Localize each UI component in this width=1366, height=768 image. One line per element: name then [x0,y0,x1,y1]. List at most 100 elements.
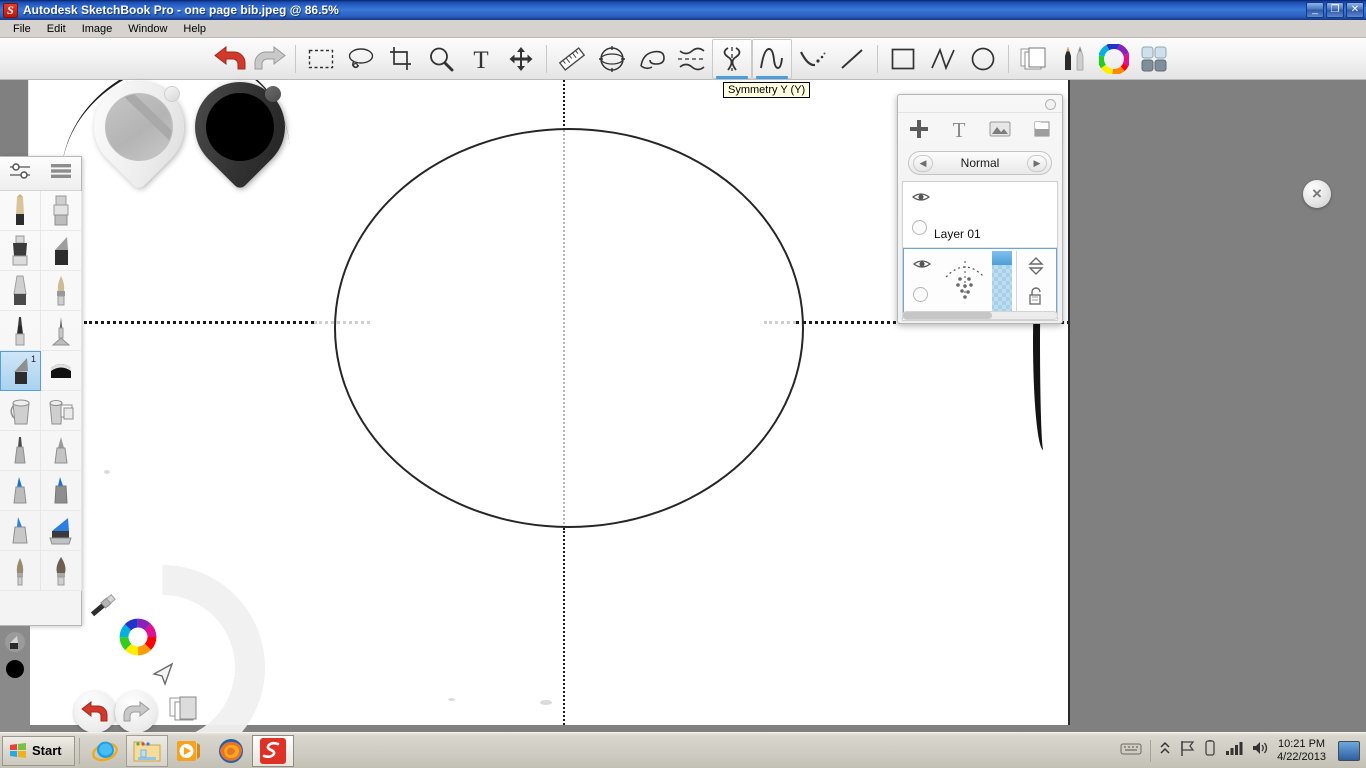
symmetry-y-tool[interactable] [712,38,752,79]
paint-bucket-tool[interactable] [0,391,41,431]
polyline-tool[interactable] [923,39,963,79]
fan-brush[interactable] [41,311,82,351]
brush-preview-icon[interactable] [2,630,28,654]
clock[interactable]: 10:21 PM 4/22/2013 [1277,738,1326,764]
tool-tray-toggle[interactable] [1134,39,1174,79]
reorder-layer-button[interactable] [1017,251,1054,281]
layer-opacity-slider[interactable] [992,251,1012,311]
stroke-fade-tool[interactable] [792,39,832,79]
layer-select-radio[interactable] [913,287,928,302]
brush-puck-slash [108,94,172,158]
brush-size-puck[interactable] [75,63,203,191]
rectangle-shape-tool[interactable] [883,39,923,79]
blue-highlighter-brush[interactable] [0,511,41,551]
color-wheel-toggle[interactable] [1094,39,1134,79]
blue-marker-brush[interactable] [0,471,41,511]
minimize-button[interactable]: _ [1306,2,1324,18]
layer-row-background[interactable] [903,248,1057,314]
crop-tool[interactable] [381,39,421,79]
firefox-taskbar-icon[interactable] [210,735,252,767]
layer-select-radio[interactable] [912,220,927,235]
soft-pencil-brush[interactable] [0,271,41,311]
layer-row-layer01[interactable]: Layer 01 [903,182,1057,248]
brush-palette-toggle[interactable] [1054,39,1094,79]
redo-arrow-icon[interactable] [250,39,290,79]
blue-chisel-marker-brush[interactable] [41,471,82,511]
text-tool[interactable]: T [461,39,501,79]
network-signal-tray-icon[interactable] [1225,740,1243,761]
add-layer-button[interactable] [908,118,930,145]
brush-lagoon-icon[interactable] [82,587,122,627]
fill-layer-tool[interactable] [41,391,82,431]
start-button[interactable]: Start [2,735,75,766]
felt-marker-brush[interactable] [41,191,82,231]
color-puck-knob[interactable] [265,86,281,102]
sketchbook-taskbar-icon[interactable] [251,734,294,767]
ellipse-guide-tool[interactable] [592,39,632,79]
close-icon[interactable]: × [1303,180,1331,208]
undo-button[interactable] [74,691,116,733]
brush-puck-inner [105,93,173,161]
brush-library-icon[interactable] [49,161,73,186]
blend-mode-next-button[interactable]: ▶ [1027,154,1047,172]
cursor-lagoon-icon[interactable] [145,653,185,693]
close-button[interactable]: ✕ [1346,2,1364,18]
keyboard-tray-icon[interactable] [1120,739,1142,762]
layers-scrollbar[interactable] [902,311,1058,320]
airbrush-brush[interactable] [0,431,41,471]
blend-mode-selector[interactable]: ◀ Normal ▶ [908,151,1052,175]
system-tray: 10:21 PM 4/22/2013 [1114,736,1366,766]
unlock-layer-button[interactable] [1017,281,1054,311]
menu-window[interactable]: Window [120,22,175,36]
show-desktop-button[interactable] [1338,740,1360,761]
ellipse-shape-tool[interactable] [963,39,1003,79]
ballpoint-pen-brush[interactable] [0,311,41,351]
layer-visibility-icon[interactable] [912,257,932,269]
paintbrush-brush[interactable] [41,271,82,311]
menu-file[interactable]: File [5,22,39,36]
add-text-layer-button[interactable]: T [949,118,969,145]
flat-brush[interactable]: 1 [0,351,41,391]
file-explorer-taskbar-icon[interactable] [125,734,168,767]
line-tool[interactable] [832,39,872,79]
color-preview-swatch[interactable] [6,660,24,678]
rectangle-select-tool[interactable] [301,39,341,79]
layers-lagoon-icon[interactable] [165,690,205,730]
volume-tray-icon[interactable] [1251,740,1269,761]
import-image-button[interactable] [988,119,1012,144]
menu-help[interactable]: Help [175,22,214,36]
media-player-taskbar-icon[interactable] [168,735,210,767]
predictive-stroke-tool[interactable] [752,38,792,79]
pencil-brush[interactable] [0,191,41,231]
menu-image[interactable]: Image [74,22,121,36]
blend-mode-prev-button[interactable]: ◀ [913,154,933,172]
undo-arrow-icon[interactable] [210,39,250,79]
brush-puck-knob[interactable] [164,86,180,102]
color-puck[interactable] [176,63,304,191]
zoom-tool[interactable] [421,39,461,79]
marker-brush[interactable] [0,231,41,271]
chisel-marker-brush[interactable] [41,231,82,271]
menu-edit[interactable]: Edit [39,22,74,36]
brush-properties-icon[interactable] [8,161,32,186]
redo-button[interactable] [115,691,157,733]
show-hidden-icons-chevron[interactable] [1159,740,1171,761]
symmetry-x-tool[interactable] [672,39,712,79]
layer-visibility-icon[interactable] [911,190,931,202]
french-curve-tool[interactable] [632,39,672,79]
maximize-button[interactable]: ❐ [1326,2,1344,18]
spray-airbrush-brush[interactable] [41,431,82,471]
color-wheel-lagoon-icon[interactable] [118,617,158,657]
soft-bristle-brush[interactable] [0,551,41,591]
panel-close-button[interactable] [1045,99,1056,110]
internet-explorer-taskbar-icon[interactable] [84,735,126,767]
blue-wedge-brush[interactable] [41,511,82,551]
eraser-brush[interactable] [41,351,82,391]
layers-toggle[interactable] [1014,39,1054,79]
move-tool[interactable] [501,39,541,79]
lasso-select-tool[interactable] [341,39,381,79]
flag-action-center-icon[interactable] [1179,739,1195,762]
ruler-tool[interactable] [552,39,592,79]
battery-tray-icon[interactable] [1203,739,1217,762]
gradient-layer-button[interactable] [1031,119,1053,144]
